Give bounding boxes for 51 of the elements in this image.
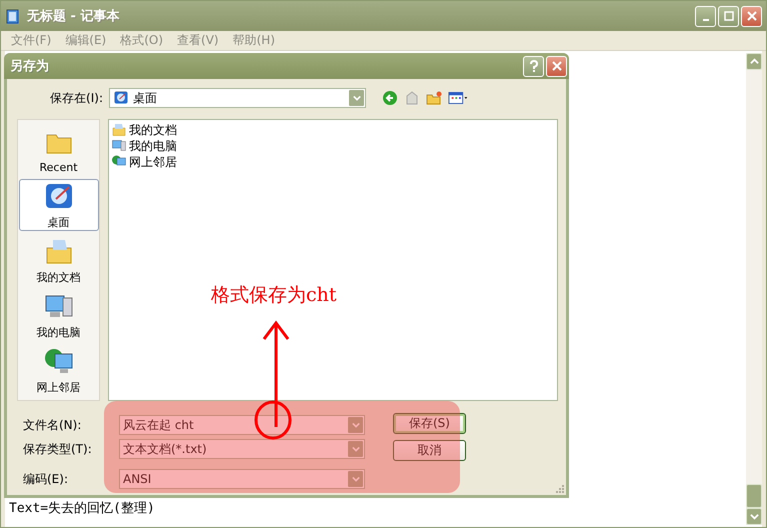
notepad-icon	[5, 8, 21, 24]
close-button[interactable]	[741, 6, 762, 26]
caret-icon	[352, 445, 360, 453]
close-icon	[552, 61, 562, 71]
places-item[interactable]: Recent	[18, 124, 98, 176]
documents-folder-icon	[111, 122, 127, 138]
desktop-icon	[113, 90, 129, 106]
editor-text: Text=失去的回忆(整理)	[9, 500, 156, 517]
caret-icon	[352, 475, 360, 483]
cancel-button[interactable]: 取消	[393, 440, 466, 461]
down-caret-icon	[750, 512, 758, 521]
file-list-item[interactable]: 我的电脑	[111, 138, 555, 154]
save-button[interactable]: 保存(S)	[393, 413, 466, 434]
field-label: 保存类型(T):	[23, 440, 93, 458]
maximize-button[interactable]	[718, 6, 739, 26]
caret-icon	[352, 421, 360, 429]
computer-icon	[111, 138, 127, 154]
up-caret-icon	[750, 57, 758, 66]
close-button[interactable]	[546, 56, 567, 76]
window-title: 无标题 - 记事本	[27, 8, 120, 25]
places-item[interactable]: 我的电脑	[18, 290, 98, 342]
minimize-icon	[702, 19, 708, 21]
combo-box[interactable]: 文本文档(*.txt)	[119, 439, 365, 459]
field-label: 编码(E):	[23, 470, 69, 488]
minimize-button[interactable]	[695, 6, 716, 26]
save-in-label: 保存在(I):	[49, 90, 103, 106]
places-item[interactable]: 桌面	[18, 179, 98, 232]
location-dropdown[interactable]: 桌面	[109, 88, 366, 108]
scroll-up-button[interactable]	[746, 53, 762, 70]
back-icon[interactable]	[382, 90, 398, 106]
resize-grip-icon[interactable]	[554, 483, 564, 493]
help-button[interactable]	[523, 56, 544, 76]
new-folder-icon[interactable]	[426, 90, 442, 106]
combo-box[interactable]: 风云在起 cht	[119, 415, 365, 435]
places-item[interactable]: 我的文档	[18, 234, 98, 287]
annotation-text: 格式保存为cht	[211, 283, 337, 308]
scrollbar[interactable]	[746, 53, 762, 525]
scroll-thumb[interactable]	[746, 484, 762, 508]
file-list-item[interactable]: 网上邻居	[111, 154, 555, 170]
file-list-item[interactable]: 我的文档	[111, 122, 555, 138]
question-mark-icon	[528, 60, 538, 72]
circle-mark	[253, 399, 293, 441]
close-icon	[746, 11, 756, 21]
scroll-down-button[interactable]	[746, 508, 762, 525]
caret-icon	[352, 94, 360, 102]
views-menu-icon[interactable]	[448, 90, 470, 106]
maximize-icon	[724, 11, 734, 21]
field-label: 文件名(N):	[23, 416, 82, 434]
dialog-title: 另存为	[10, 58, 49, 75]
combo-box[interactable]: ANSI	[119, 469, 365, 489]
places-item[interactable]: 网上邻居	[18, 344, 98, 398]
